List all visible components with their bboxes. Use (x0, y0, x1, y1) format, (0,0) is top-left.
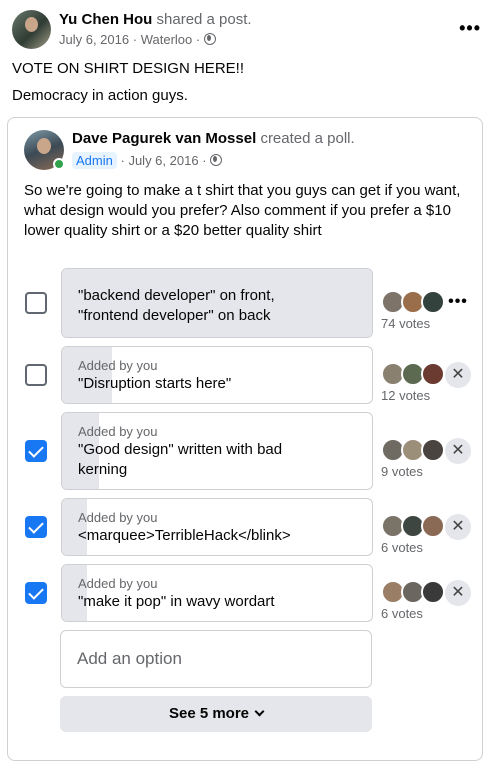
option-checkbox[interactable] (25, 292, 47, 314)
added-by-label: Added by you (78, 358, 158, 373)
poll-author-name[interactable]: Dave Pagurek van Mossel (72, 130, 256, 147)
admin-badge: Admin (72, 152, 117, 169)
poll-option: Added by you <marquee>TerribleHack</blin… (25, 498, 480, 556)
post-action: shared a post. (156, 11, 252, 28)
option-checkbox[interactable] (25, 364, 47, 386)
vote-count[interactable]: 9 votes (381, 464, 423, 479)
see-more-label: See 5 more (168, 705, 250, 722)
post-author-name[interactable]: Yu Chen Hou (59, 11, 152, 28)
option-label-line2: kerning (78, 461, 128, 478)
option-box[interactable]: "backend developer" on front, "frontend … (61, 268, 373, 338)
poll-question: So we're going to make a t shirt that yo… (24, 182, 461, 239)
avatar (421, 580, 445, 604)
option-box[interactable]: Added by you "Good design" written with … (61, 412, 373, 490)
online-status-icon (53, 158, 65, 170)
remove-icon[interactable]: ✕ (445, 438, 471, 464)
poll-author-line: Dave Pagurek van Mossel created a poll. (72, 130, 355, 147)
chevron-down-icon (254, 706, 265, 717)
option-label: "Good design" written with bad (78, 441, 283, 458)
poll-card: Dave Pagurek van Mossel created a poll. … (7, 117, 483, 761)
option-checkbox[interactable] (25, 582, 47, 604)
post-author-line: Yu Chen Hou shared a post. (59, 11, 252, 28)
option-label-line2: "frontend developer" on back (78, 307, 271, 324)
post-text-line2: Democracy in action guys. (12, 87, 188, 104)
more-horizontal-icon[interactable]: ••• (445, 292, 471, 318)
added-by-label: Added by you (78, 576, 158, 591)
author-avatar[interactable] (12, 10, 51, 49)
remove-icon[interactable]: ✕ (445, 580, 471, 606)
post-text-line1: VOTE ON SHIRT DESIGN HERE!! (12, 60, 244, 77)
post-header: Yu Chen Hou shared a post. July 6, 2016 … (12, 10, 481, 52)
option-label: "Disruption starts here" (78, 375, 232, 392)
poll-option: Added by you "make it pop" in wavy worda… (25, 564, 480, 622)
globe-icon (203, 33, 216, 45)
poll-date[interactable]: July 6, 2016 (128, 153, 198, 168)
option-label: "backend developer" on front, (78, 287, 275, 304)
option-checkbox[interactable] (25, 440, 47, 462)
voter-avatars[interactable] (381, 514, 451, 540)
post-date[interactable]: July 6, 2016 (59, 32, 129, 47)
voter-avatars[interactable] (381, 362, 451, 388)
option-label: "make it pop" in wavy wordart (78, 593, 275, 610)
poll-action: created a poll. (260, 130, 355, 147)
poll-option: "backend developer" on front, "frontend … (25, 268, 480, 338)
avatar (421, 290, 445, 314)
option-box[interactable]: Added by you "make it pop" in wavy worda… (61, 564, 373, 622)
vote-count[interactable]: 12 votes (381, 388, 430, 403)
add-option-input[interactable]: Add an option (60, 630, 372, 688)
voter-avatars[interactable] (381, 580, 451, 606)
option-label: <marquee>TerribleHack</blink> (78, 527, 291, 544)
voter-avatars[interactable] (381, 290, 451, 316)
vote-count[interactable]: 74 votes (381, 316, 430, 331)
vote-count[interactable]: 6 votes (381, 540, 423, 555)
voter-avatars[interactable] (381, 438, 451, 464)
option-checkbox[interactable] (25, 516, 47, 538)
avatar (421, 362, 445, 386)
more-horizontal-icon[interactable]: ••• (459, 18, 481, 39)
vote-count[interactable]: 6 votes (381, 606, 423, 621)
option-box[interactable]: Added by you <marquee>TerribleHack</blin… (61, 498, 373, 556)
poll-option: Added by you "Good design" written with … (25, 412, 480, 490)
remove-icon[interactable]: ✕ (445, 514, 471, 540)
option-box[interactable]: Added by you "Disruption starts here" (61, 346, 373, 404)
avatar (421, 514, 445, 538)
poll-option: Added by you "Disruption starts here" 12… (25, 346, 480, 404)
see-more-button[interactable]: See 5 more (60, 696, 372, 732)
globe-icon (210, 154, 223, 166)
post-meta: July 6, 2016 · Waterloo · (59, 32, 216, 47)
remove-icon[interactable]: ✕ (445, 362, 471, 388)
post-location[interactable]: Waterloo (141, 32, 193, 47)
added-by-label: Added by you (78, 510, 158, 525)
avatar (421, 438, 445, 462)
poll-meta: Admin · July 6, 2016 · (72, 152, 223, 169)
added-by-label: Added by you (78, 424, 158, 439)
